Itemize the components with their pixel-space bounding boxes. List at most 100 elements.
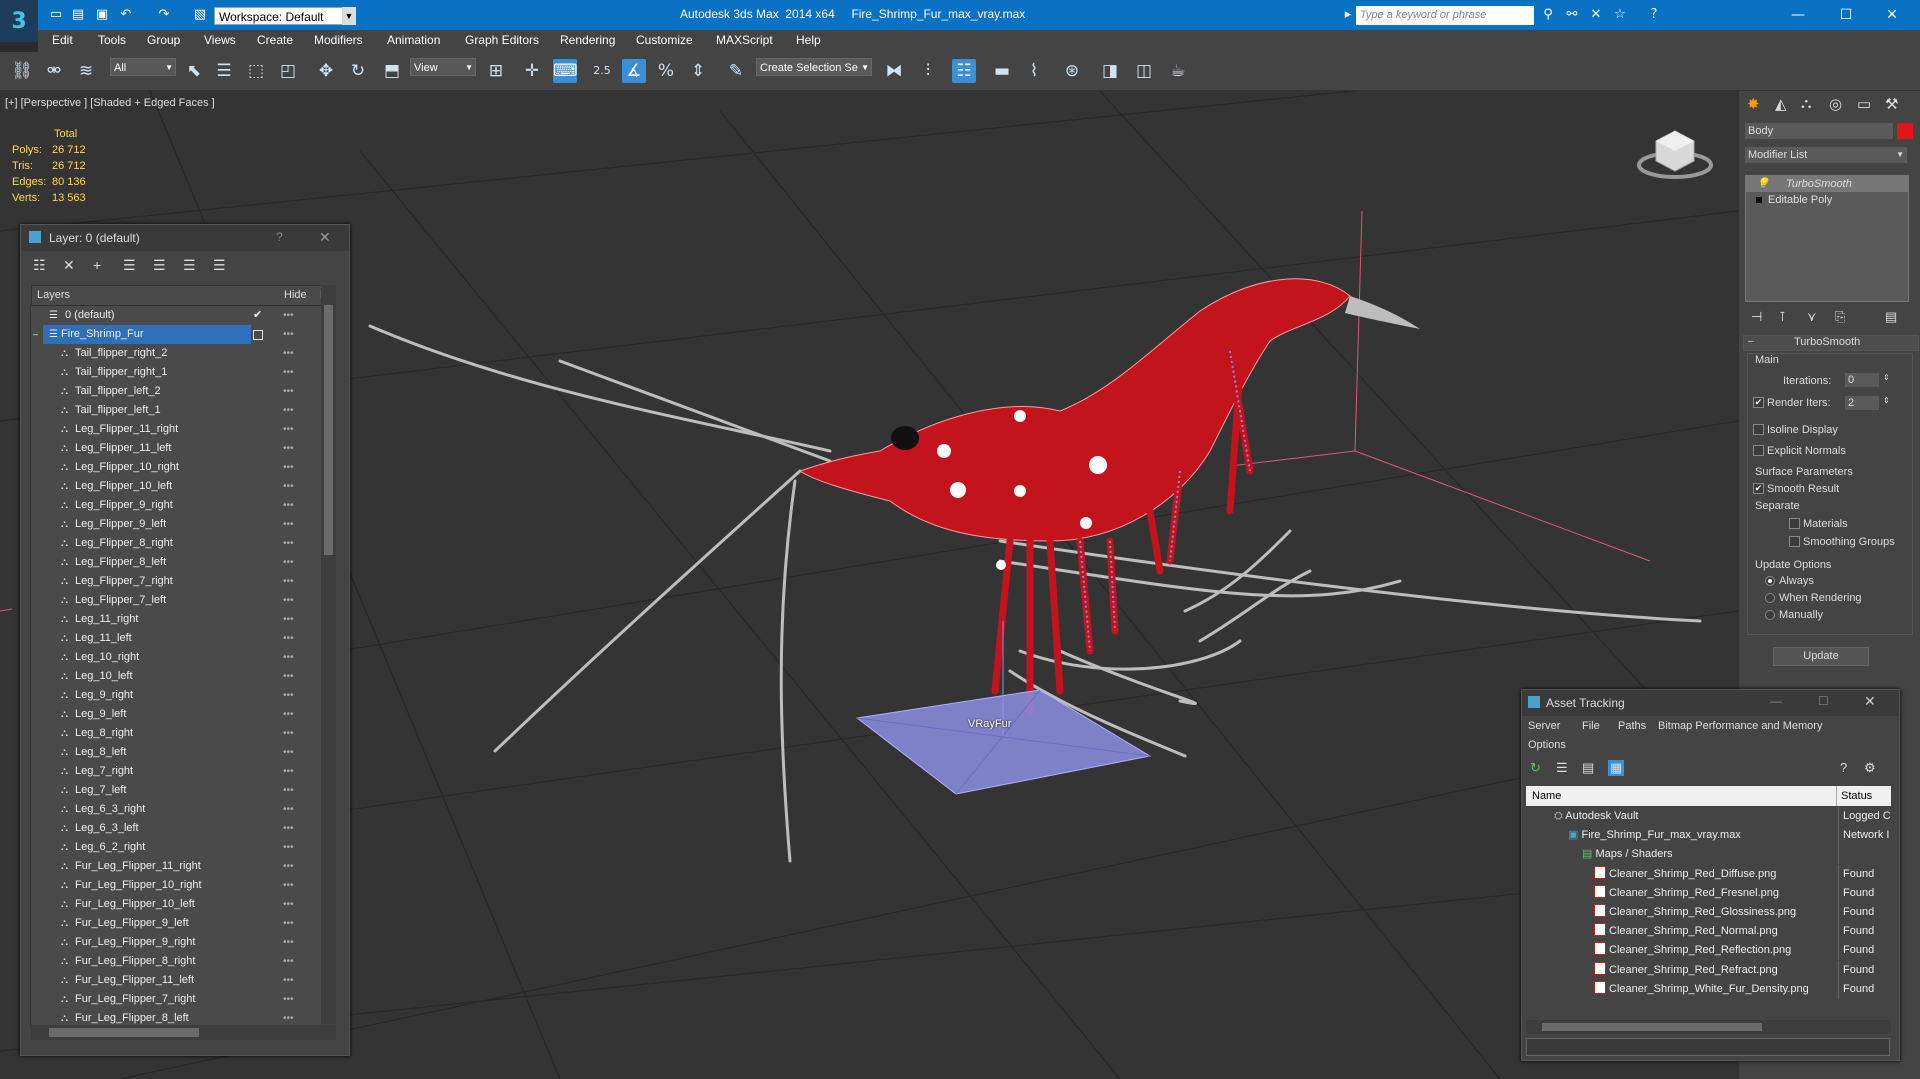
asset-row[interactable]: Cleaner_Shrimp_White_Fur_Density.png Foun…: [1528, 979, 1890, 999]
asset-menu-options[interactable]: Options: [1528, 739, 1566, 751]
layer-row-default[interactable]: ☰ 0 (default) ✔ •••: [31, 306, 321, 325]
layer-object-row[interactable]: ⛬ Fur_Leg_Flipper_11_right •••: [31, 857, 321, 876]
hide-toggle[interactable]: •••: [283, 686, 294, 705]
layer-object-row[interactable]: ⛬ Leg_Flipper_9_right •••: [31, 496, 321, 515]
hide-toggle[interactable]: •••: [283, 401, 294, 420]
layer-object-row[interactable]: ⛬ Leg_9_left •••: [31, 705, 321, 724]
help-icon[interactable]: ?: [1646, 7, 1662, 23]
tree-view-icon[interactable]: ▤: [1582, 760, 1594, 776]
scrollbar-thumb[interactable]: [1542, 1023, 1762, 1031]
hide-toggle[interactable]: •••: [283, 420, 294, 439]
layer-object-row[interactable]: ⛬ Fur_Leg_Flipper_11_left •••: [31, 971, 321, 990]
app-logo-icon[interactable]: 3: [0, 0, 38, 42]
update-button[interactable]: Update: [1773, 647, 1869, 666]
list-view-icon[interactable]: ☰: [1556, 760, 1568, 776]
layer-object-row[interactable]: ⛬ Fur_Leg_Flipper_9_left •••: [31, 914, 321, 933]
layer-object-row[interactable]: ⛬ Fur_Leg_Flipper_7_right •••: [31, 990, 321, 1009]
render-teapot-icon[interactable]: ☕: [1166, 59, 1190, 83]
menu-tools[interactable]: Tools: [98, 33, 126, 47]
hide-toggle[interactable]: •••: [283, 553, 294, 572]
layer-object-row[interactable]: ⛬ Leg_11_right •••: [31, 610, 321, 629]
select-by-name-icon[interactable]: ☰: [212, 59, 236, 83]
asset-menu-server[interactable]: Server: [1528, 720, 1560, 732]
window-crossing-icon[interactable]: ◰: [276, 59, 300, 83]
layer-object-row[interactable]: ⛬ Leg_7_right •••: [31, 762, 321, 781]
hide-toggle[interactable]: •••: [283, 648, 294, 667]
rectangular-selection-icon[interactable]: ⬚: [244, 59, 268, 83]
hide-toggle[interactable]: •••: [283, 629, 294, 648]
help-icon[interactable]: ?: [276, 230, 283, 244]
layer-object-row[interactable]: ⛬ Leg_10_left •••: [31, 667, 321, 686]
menu-animation[interactable]: Animation: [387, 33, 440, 47]
make-unique-icon[interactable]: ⋎: [1807, 309, 1817, 325]
layers-column-header[interactable]: Layers: [37, 286, 70, 305]
settings-icon[interactable]: ⚙: [1864, 760, 1876, 776]
stack-item-editable-poly[interactable]: Editable Poly: [1746, 192, 1908, 208]
menu-rendering[interactable]: Rendering: [560, 33, 615, 47]
layer-object-row[interactable]: ⛬ Tail_flipper_left_1 •••: [31, 401, 321, 420]
display-tab-icon[interactable]: ▭: [1857, 95, 1871, 113]
asset-path-field[interactable]: [1526, 1038, 1890, 1056]
hide-toggle[interactable]: •••: [283, 933, 294, 952]
hide-toggle[interactable]: •••: [283, 762, 294, 781]
pivot-center-icon[interactable]: ⊞: [484, 59, 508, 83]
isoline-display-checkbox[interactable]: [1753, 424, 1764, 435]
hide-toggle[interactable]: •••: [283, 667, 294, 686]
layer-object-row[interactable]: ⛬ Fur_Leg_Flipper_8_right •••: [31, 952, 321, 971]
layer-object-row[interactable]: ⛬ Leg_8_right •••: [31, 724, 321, 743]
modify-tab-icon[interactable]: ◭: [1775, 95, 1787, 113]
configure-sets-icon[interactable]: ▤: [1885, 309, 1897, 325]
hide-all-icon[interactable]: ☰: [183, 257, 196, 274]
link-icon[interactable]: ⛓: [10, 59, 34, 83]
update-when-rendering-radio[interactable]: [1765, 593, 1775, 603]
asset-row[interactable]: Cleaner_Shrimp_Red_Reflection.png Found: [1528, 941, 1890, 961]
maximize-icon[interactable]: ☐: [1826, 5, 1866, 25]
search-input[interactable]: Type a keyword or phrase: [1356, 6, 1534, 25]
hide-toggle[interactable]: •••: [283, 306, 294, 325]
expand-arrow-icon[interactable]: ▸: [1340, 7, 1356, 23]
layer-list-hscrollbar[interactable]: [31, 1025, 336, 1040]
turbosmooth-rollout-header[interactable]: – TurboSmooth: [1743, 335, 1919, 351]
scrollbar-thumb[interactable]: [324, 305, 333, 555]
layer-object-row[interactable]: ⛬ Leg_7_left •••: [31, 781, 321, 800]
asset-menu-paths[interactable]: Paths: [1618, 720, 1646, 732]
layer-object-row[interactable]: ⛬ Tail_flipper_left_2 •••: [31, 382, 321, 401]
scale-icon[interactable]: ⬒: [380, 59, 404, 83]
asset-menu-bitmap[interactable]: Bitmap Performance and Memory: [1658, 720, 1822, 732]
layer-object-row[interactable]: ⛬ Leg_Flipper_10_left •••: [31, 477, 321, 496]
menu-customize[interactable]: Customize: [636, 33, 693, 47]
collapse-icon[interactable]: –: [33, 325, 38, 344]
workspace-dropdown[interactable]: Workspace: Default: [214, 7, 356, 25]
hide-toggle[interactable]: •••: [283, 439, 294, 458]
utilities-tab-icon[interactable]: ⚒: [1885, 95, 1898, 113]
menu-create[interactable]: Create: [257, 33, 293, 47]
layer-object-row[interactable]: ⛬ Leg_10_right •••: [31, 648, 321, 667]
table-view-icon[interactable]: ▦: [1608, 760, 1625, 776]
chevron-down-icon[interactable]: ▼: [342, 7, 356, 25]
layer-object-row[interactable]: ⛬ Fur_Leg_Flipper_9_right •••: [31, 933, 321, 952]
hide-toggle[interactable]: •••: [283, 496, 294, 515]
delete-layer-icon[interactable]: ✕: [63, 257, 75, 274]
layer-object-row[interactable]: ⛬ Leg_9_right •••: [31, 686, 321, 705]
layer-manager-icon[interactable]: ☷: [952, 59, 976, 83]
hide-toggle[interactable]: •••: [283, 990, 294, 1009]
add-to-layer-icon[interactable]: +: [93, 257, 101, 273]
hide-toggle[interactable]: •••: [283, 344, 294, 363]
new-file-icon[interactable]: ▭: [48, 7, 64, 23]
hierarchy-tab-icon[interactable]: ⛬: [1801, 95, 1812, 112]
align-icon[interactable]: ⫶: [916, 59, 940, 83]
layer-object-row[interactable]: ⛬ Leg_6_3_left •••: [31, 819, 321, 838]
schematic-view-icon[interactable]: ⊛: [1060, 59, 1084, 83]
pin-stack-icon[interactable]: ⊣: [1751, 309, 1762, 325]
edit-named-selection-icon[interactable]: ✎: [724, 59, 748, 83]
hide-toggle[interactable]: •••: [283, 952, 294, 971]
asset-row[interactable]: Cleaner_Shrimp_Red_Diffuse.png Found: [1528, 864, 1890, 884]
viewcube[interactable]: [1637, 130, 1713, 179]
unlink-icon[interactable]: ⚮: [42, 59, 66, 83]
menu-maxscript[interactable]: MAXScript: [716, 33, 773, 47]
project-folder-icon[interactable]: ▧: [192, 7, 208, 23]
keyboard-shortcut-override-icon[interactable]: ⌨: [553, 59, 578, 83]
menu-group[interactable]: Group: [147, 33, 180, 47]
close-icon[interactable]: ✕: [1864, 693, 1876, 710]
render-iters-spinner[interactable]: 2: [1845, 396, 1879, 410]
